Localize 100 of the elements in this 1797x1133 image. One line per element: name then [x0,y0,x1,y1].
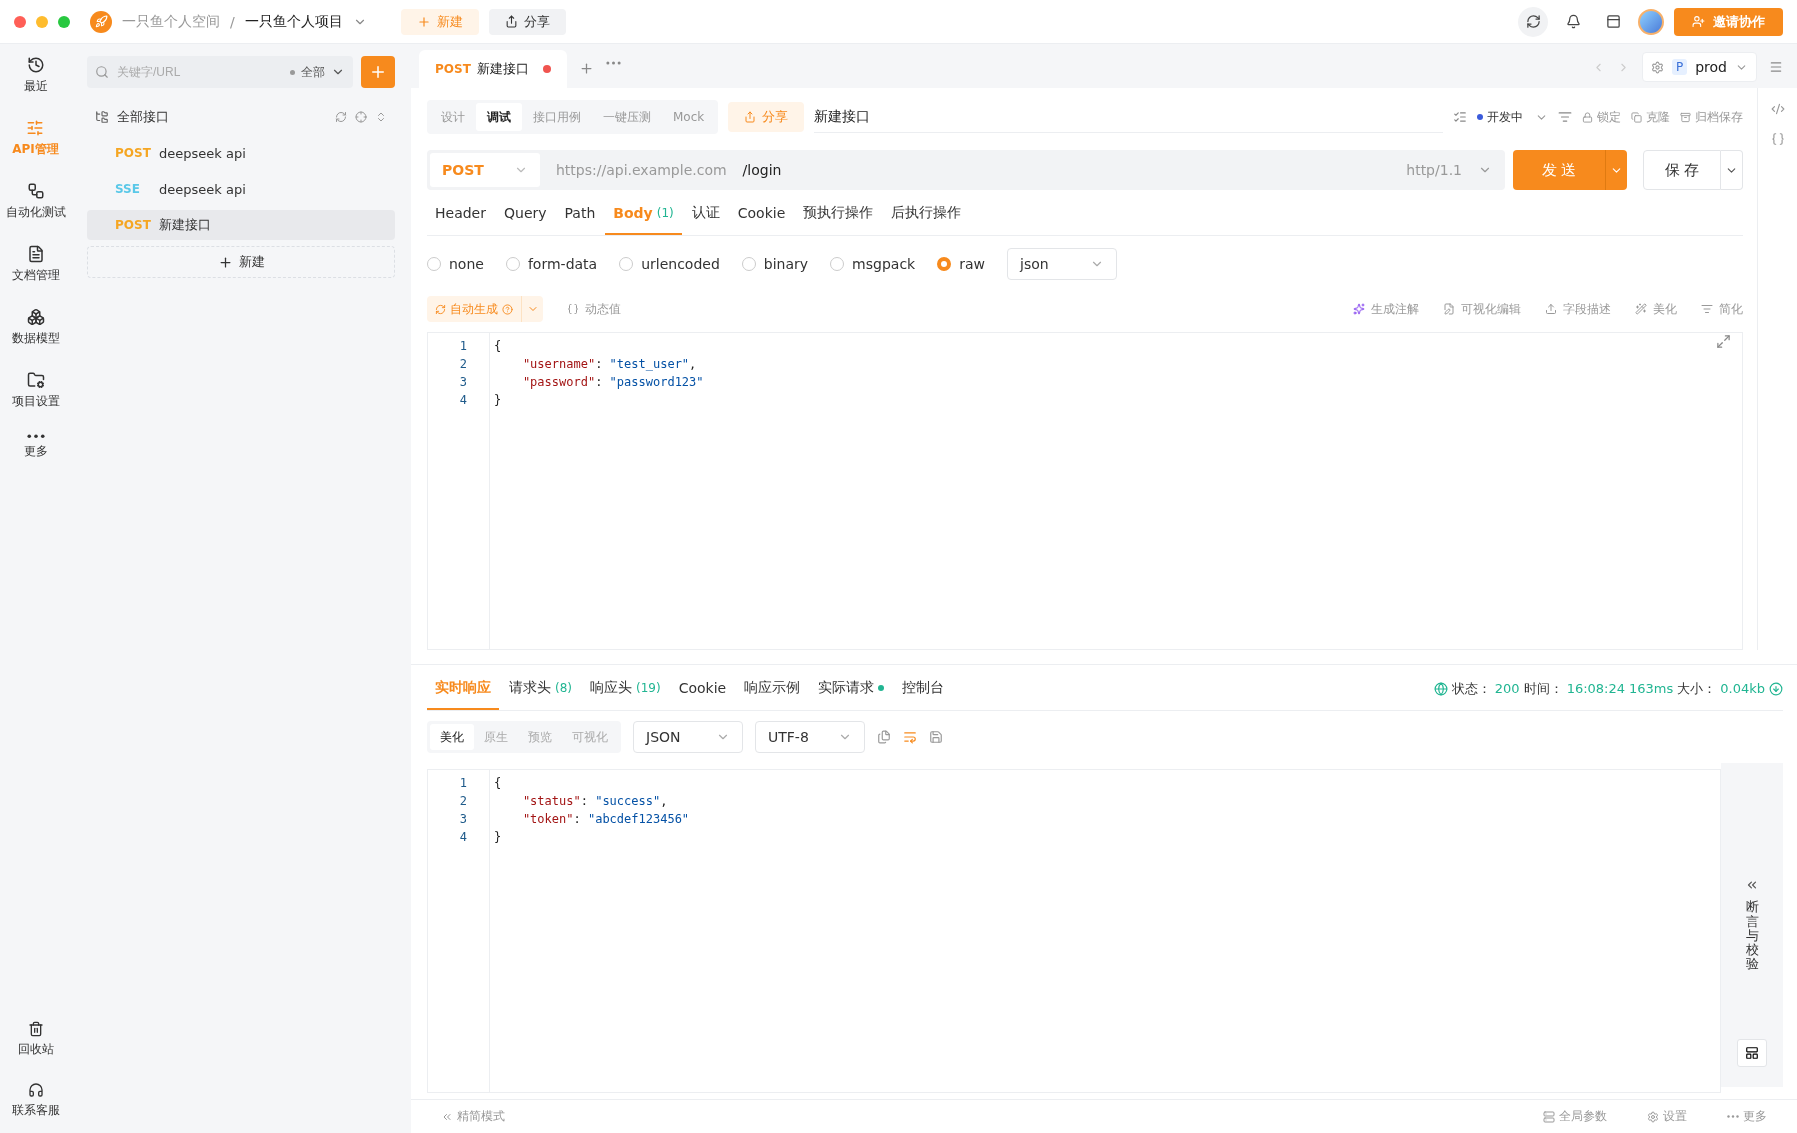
request-tab[interactable]: 认证 [683,192,728,235]
share-button[interactable]: 分享 [488,8,566,35]
status-selector[interactable]: 开发中 [1477,108,1548,126]
view-tab[interactable]: 美化 [430,724,474,750]
api-name-field[interactable]: 新建接口 [814,101,1443,133]
mode-tab[interactable]: 调试 [476,103,522,131]
tree-root[interactable]: 全部接口 [117,108,327,126]
breadcrumb-separator: / [230,13,235,30]
add-button[interactable] [361,56,395,88]
share-icon [744,111,757,123]
settings-icon [1647,1110,1659,1123]
globe-icon [1433,681,1448,696]
document-tab[interactable]: POST 新建接口 [419,50,567,88]
url-path-field[interactable]: /login [742,162,1391,178]
nav-item[interactable]: 最近 [23,56,48,95]
environment-selector[interactable]: P prod [1641,52,1757,82]
format-select[interactable]: JSON [633,721,743,753]
body-type-radio[interactable]: form-data [505,256,598,272]
body-type-radio[interactable]: none [427,256,484,272]
expand-icon [375,111,387,123]
assertion-panel[interactable]: 断言与校验 [1721,763,1783,1087]
zoom-button[interactable] [58,15,70,28]
line-number: 1 [458,775,468,792]
upload-icon [1545,303,1557,315]
format-select[interactable]: json [1007,248,1117,280]
project-name[interactable]: 一只鱼个人项目 [244,12,343,31]
encoding-select[interactable]: UTF-8 [755,721,865,753]
archive-icon [1680,111,1691,123]
bell-icon [1565,14,1581,29]
nav-item[interactable]: 联系客服 [11,1082,60,1119]
request-tab[interactable]: Cookie [729,192,794,235]
refresh-icon [1525,14,1541,29]
panel-icon [1605,14,1621,29]
expand-icon [1716,334,1731,349]
endpoint-row[interactable]: POST 新建接口 [87,210,395,240]
body-type-radio[interactable]: raw [937,256,985,272]
request-tab[interactable]: Path [556,192,604,235]
save-button[interactable]: 保 存 [1643,150,1721,190]
send-dropdown[interactable] [1605,150,1627,190]
code-editor[interactable]: 1 2 3 4 { "username": "test_user", "password": "password123" } [427,332,1743,650]
logo [90,10,112,33]
refresh-icon [435,303,446,315]
response-duration: 163ms [1629,681,1674,696]
add-tab-icon [578,61,594,76]
nav-item[interactable]: 回收站 [17,1021,54,1058]
sparkles-icon [1353,303,1365,315]
sync-button[interactable] [1518,6,1548,37]
user-plus-icon [1692,15,1705,28]
search-field[interactable]: 关键字/URL 全部 [87,56,353,88]
response-tab[interactable]: 请求头 (8) [501,667,580,710]
code-line: } [493,392,503,409]
nav-item[interactable]: 数据模型 [11,308,60,347]
response-tab[interactable]: 响应头 (19) [582,667,669,710]
response-tab[interactable]: 响应示例 [736,667,809,710]
avatar[interactable] [1638,8,1664,35]
request-tab[interactable]: 预执行操作 [795,192,882,235]
layout-button[interactable] [1737,1039,1767,1067]
headphones-icon [27,1082,44,1098]
history-icon [26,56,45,74]
download-icon [1769,681,1783,696]
edit-file-icon [1443,303,1455,315]
request-tab[interactable]: 后执行操作 [883,192,970,235]
folder-settings-icon [26,371,45,389]
line-number: 4 [458,829,468,846]
more-icon [605,61,621,65]
nav-item[interactable]: 文档管理 [11,245,60,284]
endpoint-row[interactable]: POST deepseek api [87,138,395,168]
code-line: "token": "abcdef123456" [521,811,691,828]
code-icon [1770,102,1785,116]
code-line: "password": "password123" [521,374,705,391]
plus-icon [416,14,431,29]
refresh-icon [335,111,347,123]
wrap-icon [903,730,917,744]
response-tab[interactable]: Cookie [670,667,735,710]
new-endpoint-button[interactable]: 新建 [87,246,395,278]
search-input[interactable]: 关键字/URL [115,64,284,80]
wand-icon [1635,303,1647,315]
body-type-radio[interactable]: urlencoded [619,256,720,272]
minimize-button[interactable] [36,15,48,28]
status-label: 状态： [1451,679,1491,698]
endpoint-row[interactable]: SSE deepseek api [87,174,395,204]
request-tab[interactable]: Query [496,192,555,235]
braces-icon [1770,132,1785,146]
nav-item[interactable]: 项目设置 [11,371,60,410]
expand-button[interactable] [1716,334,1731,349]
base-url: https://api.example.com [556,162,727,178]
code-editor[interactable]: 1 2 3 4 { "status": "success", "token": "abcdef123456" } [427,769,1721,1093]
status-code: 200 [1494,681,1520,696]
response-tab[interactable]: 控制台 [894,667,953,710]
nav-item[interactable]: 更多 [23,434,48,460]
body-type-radio[interactable]: msgpack [830,256,916,272]
request-tab[interactable]: Header [427,192,494,235]
copy-icon [877,730,891,744]
body-type-radio[interactable]: binary [741,256,809,272]
close-button[interactable] [14,15,26,28]
line-number: 4 [458,392,468,409]
response-tab[interactable]: 实际请求 [810,667,893,710]
boxes-icon [26,308,45,326]
nav-item[interactable]: 自动化测试 [5,182,66,221]
plus-icon [369,63,387,81]
